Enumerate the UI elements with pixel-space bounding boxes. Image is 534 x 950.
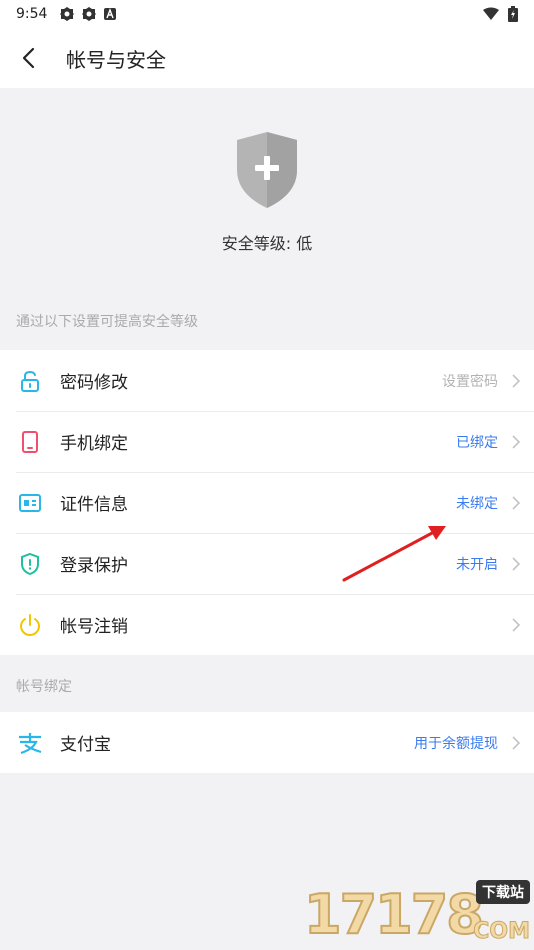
wifi-icon — [483, 7, 499, 20]
back-button[interactable] — [0, 28, 56, 88]
watermark-text: 17178 — [303, 882, 485, 947]
chevron-right-icon — [498, 556, 534, 572]
row-label: 密码修改 — [60, 373, 128, 393]
power-icon — [16, 611, 44, 639]
row-label: 支付宝 — [60, 735, 111, 755]
row-label: 手机绑定 — [60, 434, 128, 454]
section-hint-security: 通过以下设置可提高安全等级 — [16, 314, 198, 330]
row-id-info[interactable]: 证件信息 未绑定 — [0, 472, 534, 533]
row-label: 帐号注销 — [60, 617, 128, 637]
watermark-logo: 17178 下载站 COM — [303, 880, 534, 950]
page-title: 帐号与安全 — [66, 47, 166, 72]
chevron-right-icon — [498, 617, 534, 633]
unlock-icon — [16, 367, 44, 395]
row-value: 未开启 — [456, 556, 498, 573]
row-value: 已绑定 — [456, 434, 498, 451]
gear-icon — [82, 7, 97, 21]
shield-alert-icon — [16, 550, 44, 578]
chevron-right-icon — [498, 373, 534, 389]
watermark-suffix: COM — [473, 919, 531, 945]
row-value: 用于余额提现 — [414, 735, 498, 752]
status-time: 9:54 — [16, 6, 48, 22]
chevron-right-icon — [498, 434, 534, 450]
id-card-icon — [16, 489, 44, 517]
security-level-panel: 安全等级: 低 — [0, 88, 534, 292]
alipay-icon — [16, 729, 44, 757]
row-label: 登录保护 — [60, 556, 128, 576]
row-value: 设置密码 — [442, 373, 498, 390]
row-account-cancellation[interactable]: 帐号注销 — [0, 594, 534, 655]
security-level-text: 安全等级: 低 — [221, 234, 313, 253]
row-alipay[interactable]: 支付宝 用于余额提现 — [0, 712, 534, 773]
battery-icon — [508, 6, 518, 22]
top-app-bar: 帐号与安全 — [0, 28, 534, 88]
account-binding-list: 支付宝 用于余额提现 — [0, 712, 534, 773]
chevron-left-icon — [22, 47, 35, 69]
row-label: 证件信息 — [60, 495, 128, 515]
row-login-protection[interactable]: 登录保护 未开启 — [0, 533, 534, 594]
watermark-badge: 下载站 — [476, 880, 530, 904]
chevron-right-icon — [498, 495, 534, 511]
row-value: 未绑定 — [456, 495, 498, 512]
row-password-change[interactable]: 密码修改 设置密码 — [0, 350, 534, 411]
status-bar: 9:54 — [0, 0, 534, 28]
security-settings-list: 密码修改 设置密码 手机绑定 已绑定 证件信息 未绑定 登录保护 未开启 帐号注… — [0, 350, 534, 655]
phone-icon — [16, 428, 44, 456]
chevron-right-icon — [498, 735, 534, 751]
a-icon — [104, 8, 117, 20]
row-phone-binding[interactable]: 手机绑定 已绑定 — [0, 411, 534, 472]
gear-icon — [60, 7, 75, 21]
section-hint-binding: 帐号绑定 — [16, 679, 72, 695]
shield-plus-icon — [237, 132, 297, 208]
